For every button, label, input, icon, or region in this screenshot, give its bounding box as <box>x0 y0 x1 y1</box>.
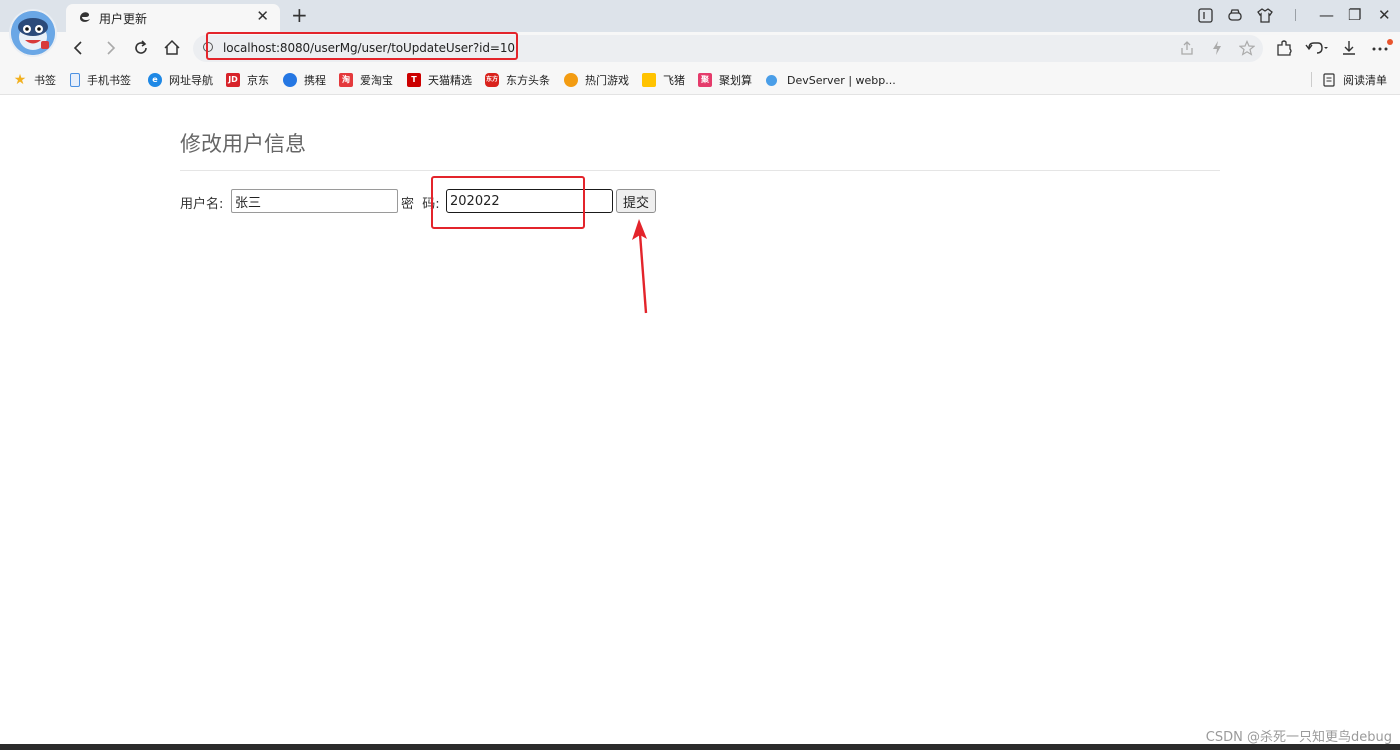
game-controller-icon[interactable] <box>1227 8 1243 23</box>
edge-favicon-icon <box>80 12 90 22</box>
bookmarks-separator <box>1311 72 1312 87</box>
tab-title: 用户更新 <box>99 12 148 26</box>
game-icon <box>564 73 578 87</box>
dongfang-icon: 东方 <box>485 73 499 87</box>
download-icon[interactable] <box>1340 39 1358 57</box>
url-highlight-box <box>206 32 518 60</box>
taskbar-edge <box>0 744 1400 750</box>
bookmark-item[interactable]: T 天猫精选 <box>407 72 472 88</box>
bookmark-item[interactable]: 携程 <box>283 72 326 88</box>
ctrip-icon <box>283 73 297 87</box>
bookmark-item[interactable]: 热门游戏 <box>564 72 629 88</box>
bookmark-item[interactable]: DevServer | webp... <box>766 72 896 88</box>
refresh-icon[interactable] <box>131 38 151 58</box>
username-input[interactable] <box>231 189 398 213</box>
devserver-icon <box>766 74 777 86</box>
username-label: 用户名: <box>180 197 224 212</box>
shirt-icon[interactable] <box>1257 8 1273 23</box>
bookmark-item[interactable]: ★ 书签 <box>13 72 56 88</box>
reading-list-button[interactable]: 阅读清单 <box>1323 72 1387 88</box>
juhuasuan-icon: 聚 <box>698 73 712 87</box>
favorite-star-icon[interactable] <box>1239 40 1255 56</box>
submit-button[interactable]: 提交 <box>616 189 656 213</box>
tab-close-icon[interactable]: ✕ <box>256 7 269 25</box>
bookmark-item[interactable]: 飞猪 <box>642 72 685 88</box>
tab-strip: 用户更新 ✕ + — ❐ ✕ <box>0 0 1400 32</box>
edge-icon: e <box>148 73 162 87</box>
undo-dropdown-icon[interactable] <box>1305 39 1329 57</box>
avatar-image <box>11 11 55 55</box>
tmall-icon: T <box>407 73 421 87</box>
lightning-icon[interactable] <box>1209 40 1225 56</box>
bookmark-item[interactable]: JD 京东 <box>226 72 269 88</box>
home-icon[interactable] <box>162 38 182 58</box>
window-separator <box>1295 9 1296 21</box>
watermark: CSDN @杀死一只知更鸟debug <box>1205 730 1392 745</box>
fliggy-icon <box>642 73 656 87</box>
minimize-icon[interactable]: — <box>1319 5 1334 25</box>
taobao-icon: 淘 <box>339 73 353 87</box>
window-close-icon[interactable]: ✕ <box>1378 5 1391 25</box>
forward-icon[interactable] <box>100 38 120 58</box>
page-title: 修改用户信息 <box>180 132 306 156</box>
tab-actions-icon[interactable] <box>1198 8 1213 23</box>
bookmark-item[interactable]: 淘 爱淘宝 <box>339 72 393 88</box>
reading-list-icon <box>1323 73 1335 87</box>
tab-active[interactable]: 用户更新 ✕ <box>66 4 280 32</box>
password-highlight-box <box>431 176 585 229</box>
annotation-arrow-icon <box>632 219 648 314</box>
jd-icon: JD <box>226 73 240 87</box>
back-icon[interactable] <box>69 38 89 58</box>
bookmarks-bar: ★ 书签 手机书签 e 网址导航 JD 京东 携程 淘 爱淘宝 T 天猫精选 东… <box>0 64 1400 95</box>
title-divider <box>180 170 1220 171</box>
extensions-icon[interactable] <box>1275 39 1293 57</box>
notification-dot <box>1387 39 1393 45</box>
bookmark-item[interactable]: 东方 东方头条 <box>485 72 550 88</box>
profile-avatar[interactable] <box>11 11 55 55</box>
bookmark-item[interactable]: e 网址导航 <box>148 72 213 88</box>
phone-icon <box>70 73 80 87</box>
bookmark-item[interactable]: 手机书签 <box>70 72 131 88</box>
star-icon: ★ <box>13 72 27 88</box>
restore-icon[interactable]: ❐ <box>1348 5 1361 25</box>
share-icon[interactable] <box>1179 40 1195 56</box>
bookmark-item[interactable]: 聚 聚划算 <box>698 72 752 88</box>
new-tab-button[interactable]: + <box>291 4 308 26</box>
